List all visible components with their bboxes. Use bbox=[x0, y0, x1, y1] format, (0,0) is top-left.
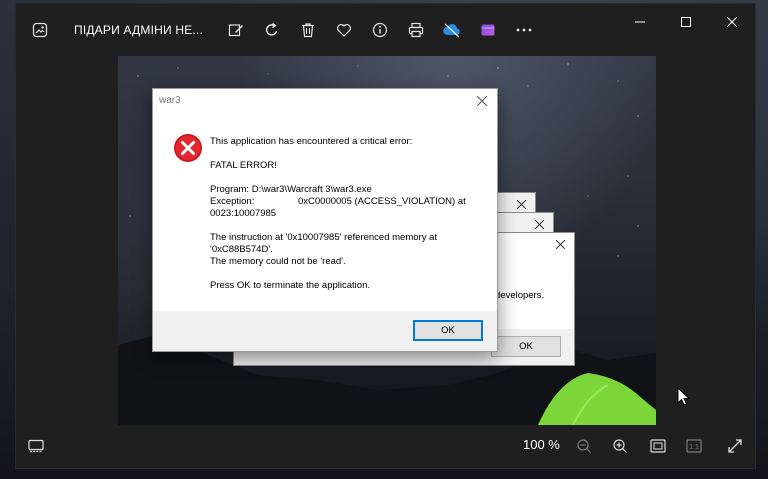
fullscreen-icon[interactable] bbox=[721, 432, 749, 460]
svg-text:1:1: 1:1 bbox=[689, 444, 699, 451]
close-icon[interactable] bbox=[550, 235, 570, 253]
clipchamp-icon[interactable] bbox=[470, 12, 506, 48]
edit-icon[interactable] bbox=[218, 12, 254, 48]
program-path: Program: D:\war3\Warcraft 3\war3.exe bbox=[210, 184, 372, 195]
message-line: FATAL ERROR! bbox=[210, 160, 277, 171]
viewer-margin-left bbox=[16, 56, 118, 425]
zoom-out-icon[interactable] bbox=[570, 432, 598, 460]
minimize-button[interactable] bbox=[617, 4, 663, 40]
maximize-button[interactable] bbox=[663, 4, 709, 40]
exception-label: Exception: bbox=[210, 196, 255, 207]
message-line: The memory could not be 'read'. bbox=[210, 256, 346, 267]
file-title: ПІДАРИ АДМІНИ НЕ... bbox=[74, 23, 202, 37]
rotate-icon[interactable] bbox=[254, 12, 290, 48]
message-line: This application has encountered a criti… bbox=[210, 136, 413, 147]
favorite-icon[interactable] bbox=[326, 12, 362, 48]
ok-button[interactable]: OK bbox=[413, 320, 483, 341]
exception-value: 0xC0000005 (ACCESS_VIOLATION) at bbox=[298, 196, 466, 207]
cloud-icon[interactable] bbox=[434, 12, 470, 48]
actual-size-icon[interactable]: 1:1 bbox=[680, 432, 708, 460]
zoom-in-icon[interactable] bbox=[606, 432, 634, 460]
message-line: The instruction at '0x10007985' referenc… bbox=[210, 232, 438, 243]
ok-button[interactable]: OK bbox=[491, 336, 561, 357]
print-icon[interactable] bbox=[398, 12, 434, 48]
close-icon[interactable] bbox=[473, 93, 491, 109]
message-line: '0xC88B574D'. bbox=[210, 244, 273, 255]
fit-window-icon[interactable] bbox=[644, 432, 672, 460]
photos-app-icon bbox=[28, 18, 52, 42]
window-controls bbox=[617, 4, 755, 40]
info-icon[interactable] bbox=[362, 12, 398, 48]
delete-icon[interactable] bbox=[290, 12, 326, 48]
error-icon bbox=[174, 134, 202, 162]
close-icon[interactable] bbox=[529, 215, 549, 233]
photos-app-window: ПІДАРИ АДМІНИ НЕ... developers. OK war3 … bbox=[15, 3, 756, 469]
filmstrip-icon[interactable] bbox=[24, 434, 48, 458]
close-icon[interactable] bbox=[511, 195, 531, 213]
error-dialog: war3 This application has encountered a … bbox=[152, 88, 498, 352]
title-bar: ПІДАРИ АДМІНИ НЕ... bbox=[16, 4, 755, 56]
dialog-message: developers. bbox=[495, 290, 545, 301]
more-icon[interactable] bbox=[506, 12, 542, 48]
toolbar bbox=[218, 12, 542, 48]
message-line: Press OK to terminate the application. bbox=[210, 280, 370, 291]
exception-address: 0023:10007985 bbox=[210, 208, 277, 219]
viewer-margin-right bbox=[656, 56, 755, 425]
mouse-cursor-icon bbox=[677, 387, 691, 406]
dialog-footer: OK bbox=[153, 311, 497, 351]
dialog-title: war3 bbox=[159, 95, 181, 106]
zoom-level: 100 % bbox=[523, 437, 560, 452]
dialog-message: This application has encountered a criti… bbox=[210, 136, 490, 292]
close-button[interactable] bbox=[709, 4, 755, 40]
bottom-bar: 100 % 1:1 bbox=[16, 424, 755, 468]
